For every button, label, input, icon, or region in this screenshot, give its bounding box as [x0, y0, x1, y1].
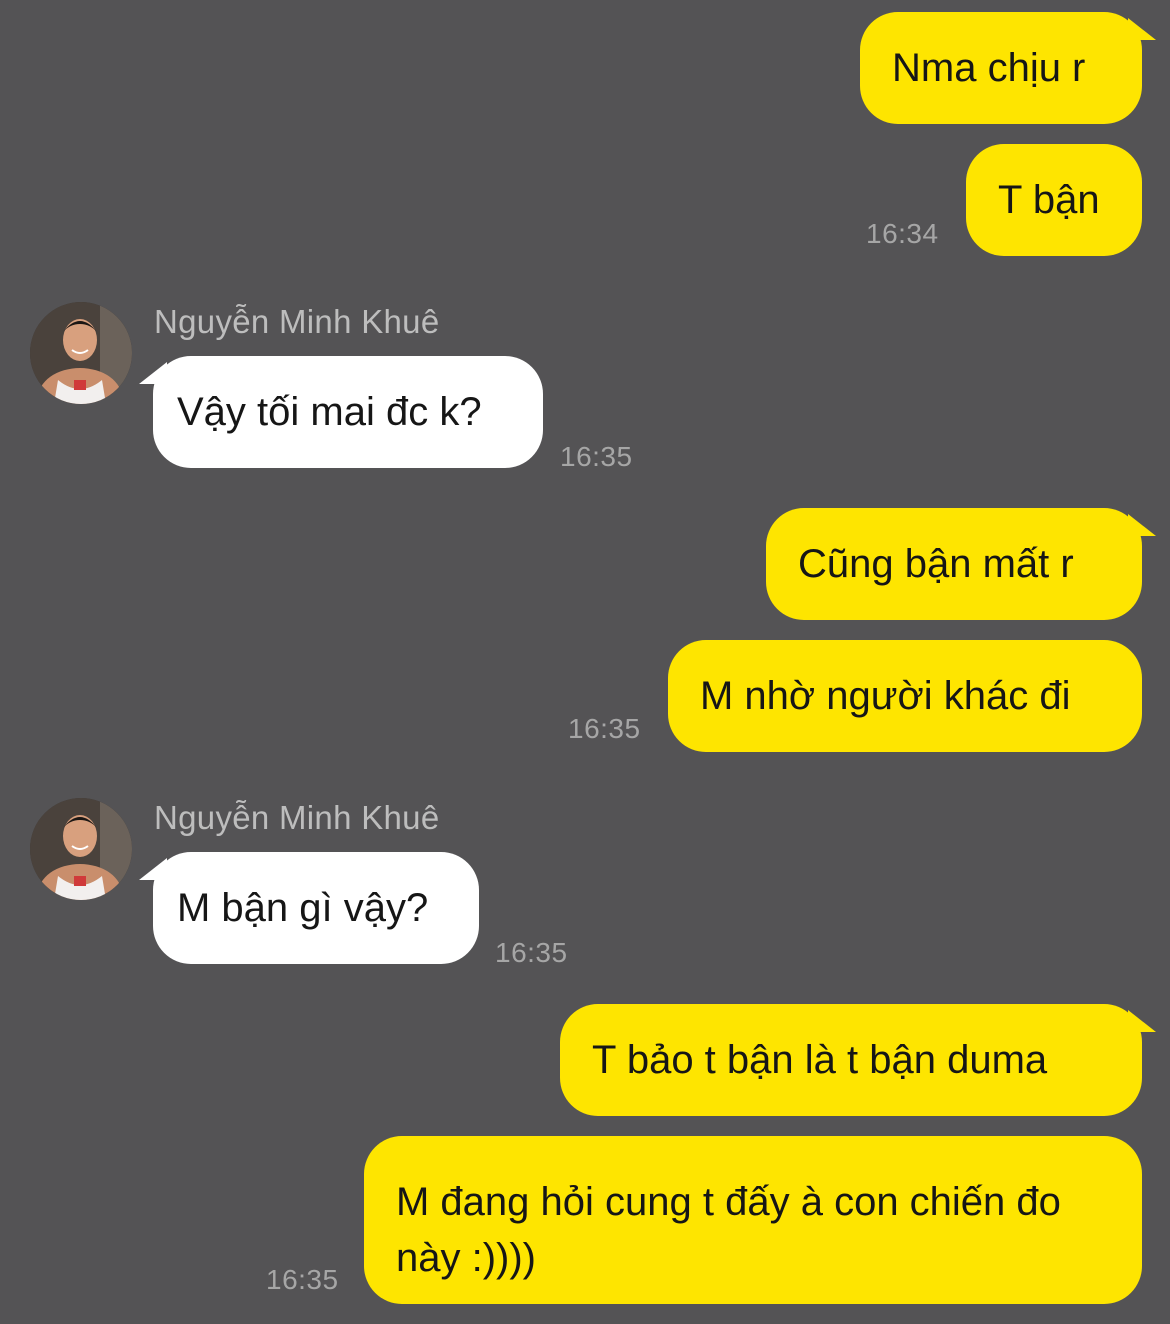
- message-text: T bảo t bận là t bận duma: [592, 1038, 1048, 1082]
- bubble-tail: [1128, 1010, 1156, 1032]
- outgoing-message[interactable]: Cũng bận mất r: [766, 508, 1156, 620]
- message-text: T bận: [998, 178, 1100, 222]
- incoming-message[interactable]: M bận gì vậy?: [139, 852, 479, 964]
- contact-avatar[interactable]: [30, 798, 132, 900]
- message-text: Vậy tối mai đc k?: [177, 390, 482, 434]
- outgoing-message[interactable]: Nma chịu r: [860, 12, 1156, 124]
- person-photo-icon: [30, 798, 132, 900]
- bubble-tail: [139, 858, 167, 880]
- outgoing-message[interactable]: T bận: [966, 144, 1142, 256]
- message-timestamp: 16:35: [495, 937, 568, 968]
- message-timestamp: 16:35: [266, 1264, 339, 1295]
- message-timestamp: 16:35: [568, 713, 641, 744]
- outgoing-message[interactable]: T bảo t bận là t bận duma: [560, 1004, 1156, 1116]
- person-photo-icon: [30, 302, 132, 404]
- message-timestamp: 16:34: [866, 218, 939, 249]
- outgoing-message[interactable]: M đang hỏi cung t đấy à con chiến đo này…: [364, 1136, 1142, 1304]
- contact-avatar[interactable]: [30, 302, 132, 404]
- bubble-tail: [1128, 514, 1156, 536]
- message-text: M nhờ người khác đi: [700, 674, 1071, 718]
- sender-name: Nguyễn Minh Khuê: [154, 303, 440, 340]
- bubble-tail: [1128, 18, 1156, 40]
- sender-name: Nguyễn Minh Khuê: [154, 799, 440, 836]
- incoming-message[interactable]: Vậy tối mai đc k?: [139, 356, 543, 468]
- message-text: M bận gì vậy?: [177, 886, 429, 930]
- message-text: Cũng bận mất r: [798, 542, 1074, 586]
- message-text: Nma chịu r: [892, 46, 1086, 90]
- chat-thread[interactable]: Nma chịu r T bận 16:34 Nguyễn Minh Khuê …: [0, 0, 1170, 1324]
- outgoing-message[interactable]: M nhờ người khác đi: [668, 640, 1142, 752]
- message-timestamp: 16:35: [560, 441, 633, 472]
- message-text: M đang hỏi cung t đấy à con chiến đo này…: [396, 1180, 1061, 1280]
- bubble-tail: [139, 362, 167, 384]
